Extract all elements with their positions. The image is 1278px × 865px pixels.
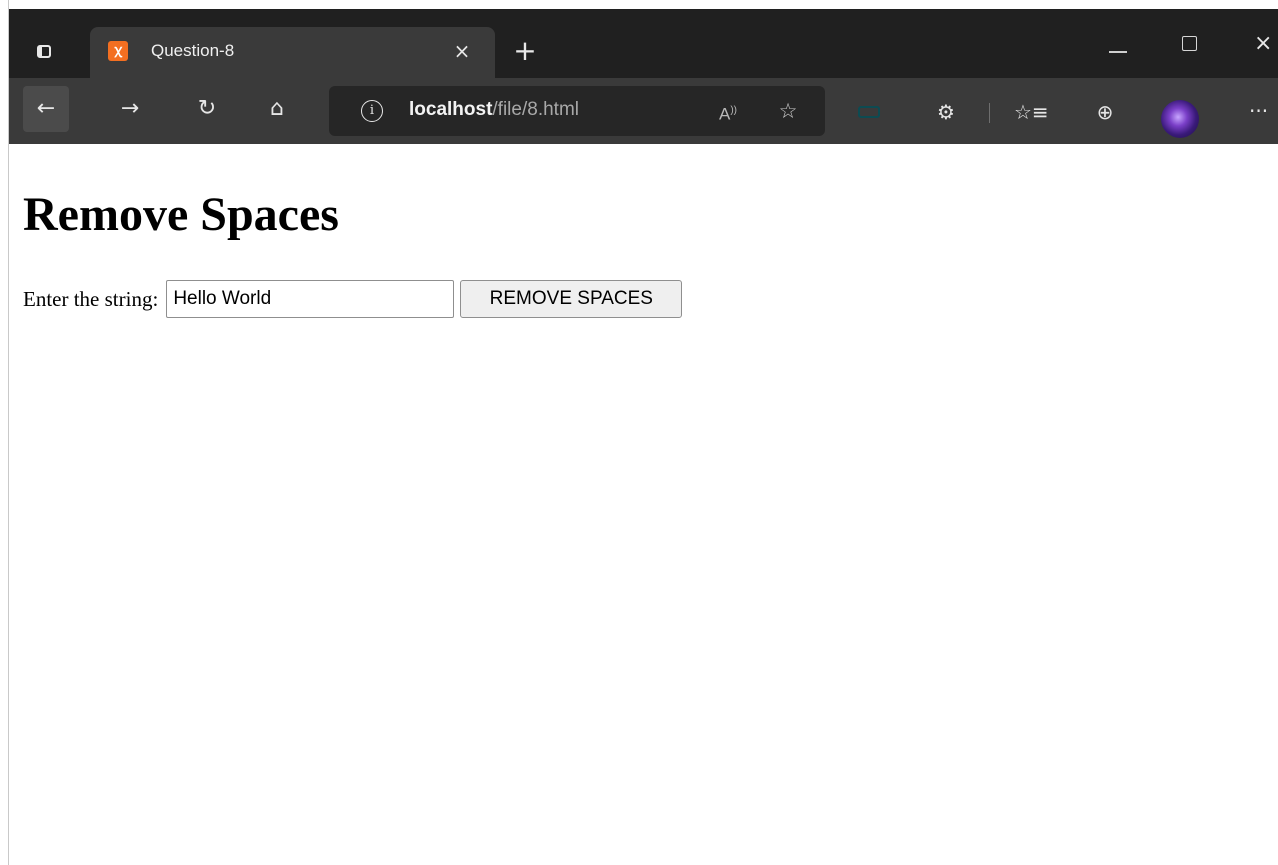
collections-icon[interactable]: ⊕ bbox=[1092, 102, 1118, 122]
remove-spaces-button[interactable]: REMOVE SPACES bbox=[460, 280, 683, 318]
extensions-icon[interactable]: ⚙ bbox=[934, 102, 958, 122]
url-host: localhost bbox=[409, 99, 493, 120]
favorites-icon[interactable]: ☆≡ bbox=[1014, 102, 1049, 122]
xampp-icon: ꭓ bbox=[108, 41, 128, 61]
home-button[interactable]: ⌂ bbox=[254, 86, 300, 132]
site-info-icon[interactable]: i bbox=[361, 100, 383, 122]
remove-spaces-form: Enter the string: REMOVE SPACES bbox=[23, 280, 683, 318]
tab-actions-menu-icon[interactable] bbox=[31, 39, 57, 65]
address-bar[interactable]: i localhost/file/8.html A)) ☆ bbox=[329, 86, 825, 136]
page-content: Remove Spaces Enter the string: REMOVE S… bbox=[9, 144, 1278, 865]
left-frame-border bbox=[0, 0, 9, 865]
toolbar-divider bbox=[989, 103, 990, 123]
profile-avatar[interactable] bbox=[1161, 100, 1199, 138]
string-input[interactable] bbox=[166, 280, 455, 318]
tab-title: Question-8 bbox=[151, 41, 235, 60]
window-close-icon[interactable]: × bbox=[1254, 31, 1278, 57]
reload-button[interactable]: ↻ bbox=[184, 86, 230, 132]
tab-close-icon[interactable]: × bbox=[449, 38, 475, 64]
minimize-icon[interactable] bbox=[1109, 51, 1127, 53]
back-button[interactable]: ← bbox=[23, 86, 69, 132]
url-text[interactable]: localhost/file/8.html bbox=[409, 99, 579, 121]
tab-strip: ꭓ Question-8 × + × bbox=[9, 9, 1278, 78]
url-path: /file/8.html bbox=[492, 99, 579, 120]
more-menu-icon[interactable]: ··· bbox=[1249, 101, 1278, 121]
browser-toolbar: ← → ↻ ⌂ i localhost/file/8.html A)) ☆ ⚙ … bbox=[9, 78, 1278, 144]
maximize-icon[interactable] bbox=[1182, 36, 1197, 51]
string-input-label: Enter the string: bbox=[23, 286, 159, 311]
read-aloud-icon[interactable]: A)) bbox=[714, 99, 742, 124]
extension-icon[interactable] bbox=[858, 106, 880, 118]
tab-question-8[interactable]: ꭓ Question-8 × bbox=[90, 27, 495, 78]
browser-window: ꭓ Question-8 × + × ← → ↻ ⌂ i localhost/f… bbox=[9, 9, 1278, 865]
new-tab-button[interactable]: + bbox=[510, 37, 540, 67]
forward-button[interactable]: → bbox=[107, 86, 153, 132]
add-favorite-icon[interactable]: ☆ bbox=[773, 98, 803, 124]
page-heading: Remove Spaces bbox=[23, 188, 339, 241]
